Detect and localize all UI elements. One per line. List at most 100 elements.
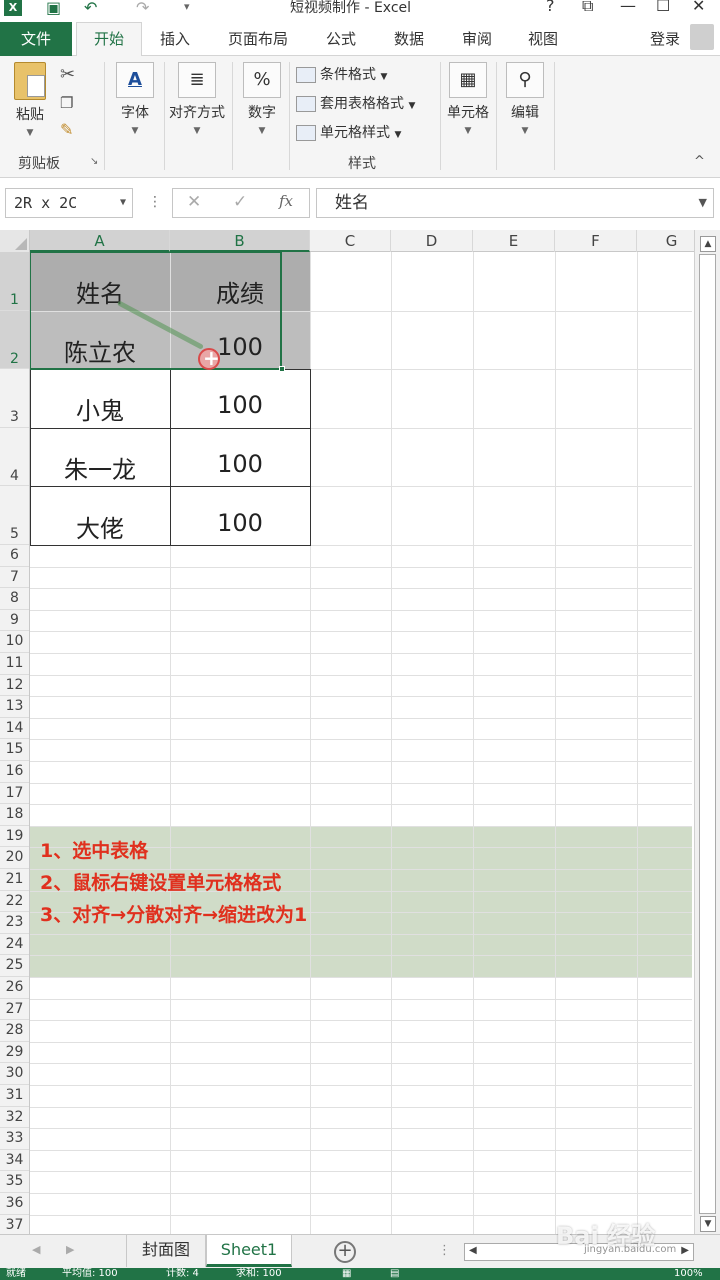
maximize-button[interactable]: ☐ [656, 0, 670, 15]
row-header-14[interactable]: 14 [0, 718, 29, 740]
row-header-25[interactable]: 25 [0, 955, 29, 977]
help-button[interactable]: ? [546, 0, 555, 15]
column-header-c[interactable]: C [310, 230, 391, 252]
tab-data[interactable]: 数据 [394, 28, 424, 49]
redo-icon[interactable]: ↷ [136, 0, 149, 17]
tab-review[interactable]: 审阅 [462, 28, 492, 49]
save-icon[interactable]: ▣ [46, 0, 61, 17]
format-painter-icon[interactable]: ✎ [60, 120, 73, 139]
row-header-2[interactable]: 2 [0, 310, 29, 370]
table-cell[interactable]: 100 [170, 450, 310, 478]
clipboard-launcher-icon[interactable]: ↘ [90, 156, 98, 167]
cell-grid[interactable]: 姓名成绩陈立农100小鬼100朱一龙100大佬1001、选中表格2、鼠标右键设置… [30, 252, 692, 1234]
row-header-27[interactable]: 27 [0, 999, 29, 1021]
alignment-button[interactable]: ≣ 对齐方式 ▼ [166, 62, 228, 136]
paste-dropdown-icon[interactable]: ▼ [8, 128, 52, 138]
zoom-level[interactable]: 100% [674, 1268, 703, 1280]
cells-button[interactable]: ▦ 单元格 ▼ [444, 62, 492, 136]
column-header-d[interactable]: D [391, 230, 473, 252]
row-header-12[interactable]: 12 [0, 675, 29, 697]
ribbon-display-button[interactable]: ⧉ [582, 0, 593, 16]
row-header-26[interactable]: 26 [0, 977, 29, 999]
tab-home[interactable]: 开始 [76, 22, 142, 57]
row-header-22[interactable]: 22 [0, 891, 29, 913]
row-header-3[interactable]: 3 [0, 369, 29, 428]
column-header-e[interactable]: E [473, 230, 555, 252]
row-header-18[interactable]: 18 [0, 804, 29, 826]
row-header-10[interactable]: 10 [0, 631, 29, 653]
font-button[interactable]: A 字体 ▼ [113, 62, 157, 136]
number-button[interactable]: % 数字 ▼ [240, 62, 284, 136]
row-header-13[interactable]: 13 [0, 696, 29, 718]
scrollbar-thumb[interactable] [699, 254, 716, 1214]
row-header-30[interactable]: 30 [0, 1063, 29, 1085]
editing-button[interactable]: ⚲ 编辑 ▼ [503, 62, 547, 136]
row-header-5[interactable]: 5 [0, 486, 29, 545]
sheet-tab-cover[interactable]: 封面图 [126, 1235, 206, 1267]
row-header-7[interactable]: 7 [0, 567, 29, 589]
minimize-button[interactable]: — [620, 0, 636, 15]
table-cell[interactable]: 100 [170, 391, 310, 419]
normal-view-icon[interactable]: ▦ [342, 1268, 351, 1280]
row-header-33[interactable]: 33 [0, 1128, 29, 1150]
table-cell[interactable]: 大佬 [30, 509, 170, 544]
avatar[interactable] [690, 24, 714, 50]
row-header-8[interactable]: 8 [0, 588, 29, 610]
copy-icon[interactable]: ❐ [60, 94, 73, 112]
row-header-17[interactable]: 17 [0, 783, 29, 805]
scroll-right-icon[interactable]: ▶ [681, 1245, 689, 1256]
row-header-1[interactable]: 1 [0, 252, 29, 311]
row-header-34[interactable]: 34 [0, 1150, 29, 1172]
row-header-21[interactable]: 21 [0, 869, 29, 891]
row-header-11[interactable]: 11 [0, 653, 29, 675]
scroll-left-icon[interactable]: ◀ [469, 1245, 477, 1256]
row-header-37[interactable]: 37 [0, 1215, 29, 1237]
table-cell[interactable]: 朱一龙 [30, 450, 170, 485]
login-link[interactable]: 登录 [650, 28, 680, 49]
page-layout-view-icon[interactable]: ▤ [390, 1268, 399, 1280]
table-cell[interactable]: 100 [170, 509, 310, 537]
cell-style-button[interactable]: 单元格样式 ▼ [296, 122, 401, 142]
drag-handle-icon[interactable]: ⋮ [148, 194, 162, 210]
close-button[interactable]: ✕ [692, 0, 705, 15]
paste-button[interactable]: 粘贴 ▼ [8, 62, 52, 138]
collapse-ribbon-icon[interactable]: ^ [694, 154, 705, 169]
expand-formula-icon[interactable]: ▼ [699, 189, 707, 217]
chevron-down-icon[interactable]: ▼ [120, 189, 126, 217]
tab-formulas[interactable]: 公式 [326, 28, 356, 49]
add-sheet-icon[interactable]: + [334, 1241, 356, 1263]
conditional-format-button[interactable]: 条件格式 ▼ [296, 64, 387, 84]
table-cell[interactable]: 小鬼 [30, 391, 170, 426]
row-header-23[interactable]: 23 [0, 912, 29, 934]
row-header-24[interactable]: 24 [0, 934, 29, 956]
tab-page-layout[interactable]: 页面布局 [228, 28, 288, 49]
sheet-tab-sheet1[interactable]: Sheet1 [206, 1235, 292, 1267]
column-header-a[interactable]: A [30, 230, 170, 252]
fill-handle[interactable] [279, 366, 285, 373]
row-header-6[interactable]: 6 [0, 545, 29, 567]
column-header-b[interactable]: B [170, 230, 310, 252]
scroll-up-icon[interactable]: ▲ [700, 236, 716, 252]
row-header-31[interactable]: 31 [0, 1085, 29, 1107]
tab-view[interactable]: 视图 [528, 28, 558, 49]
table-format-button[interactable]: 套用表格格式 ▼ [296, 93, 415, 113]
row-header-32[interactable]: 32 [0, 1107, 29, 1129]
row-header-36[interactable]: 36 [0, 1193, 29, 1215]
tab-insert[interactable]: 插入 [160, 28, 190, 49]
formula-input[interactable]: 姓名 ▼ [316, 188, 714, 218]
name-box[interactable]: 2R x 2C ▼ [5, 188, 133, 218]
row-header-29[interactable]: 29 [0, 1042, 29, 1064]
cut-icon[interactable]: ✂ [60, 64, 75, 85]
row-header-16[interactable]: 16 [0, 761, 29, 783]
row-header-20[interactable]: 20 [0, 847, 29, 869]
split-handle-icon[interactable]: ⋮ [438, 1243, 451, 1258]
row-header-19[interactable]: 19 [0, 826, 29, 848]
quick-access-dropdown-icon[interactable]: ▾ [184, 0, 190, 13]
selection-frame[interactable] [30, 252, 282, 371]
row-header-28[interactable]: 28 [0, 1020, 29, 1042]
cancel-icon[interactable]: ✕ [187, 192, 201, 212]
tab-file[interactable]: 文件 [0, 22, 72, 56]
next-sheet-icon[interactable]: ▶ [66, 1243, 74, 1256]
row-header-9[interactable]: 9 [0, 610, 29, 632]
select-all-button[interactable] [0, 230, 30, 252]
